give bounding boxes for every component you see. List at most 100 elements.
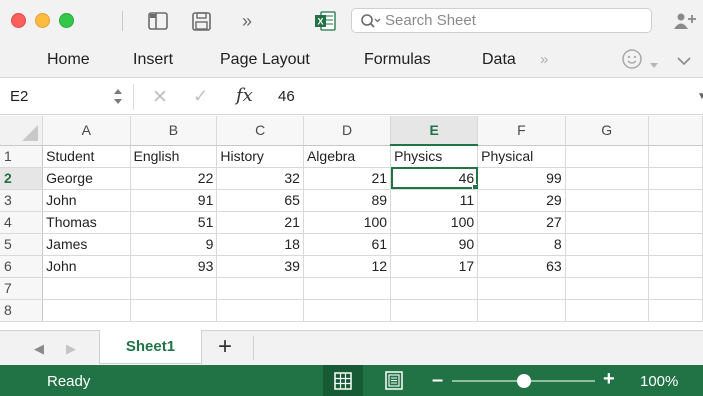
sidebar-icon[interactable] (146, 9, 170, 33)
cell-b8[interactable] (130, 299, 218, 322)
cell-g7[interactable] (565, 277, 649, 300)
cell-b5[interactable]: 9 (130, 233, 218, 256)
cell-a1[interactable]: Student (42, 145, 131, 168)
search-sheet-field[interactable]: Search Sheet (351, 8, 652, 33)
cell-g4[interactable] (565, 211, 649, 234)
normal-view-button[interactable] (323, 365, 363, 396)
cell-d7[interactable] (303, 277, 392, 300)
cell-f4[interactable]: 27 (477, 211, 566, 234)
tab-data[interactable]: Data (482, 51, 516, 69)
cell-a3[interactable]: John (42, 189, 131, 212)
cell-h6[interactable] (648, 255, 703, 278)
tab-insert[interactable]: Insert (133, 51, 173, 69)
cell-e5[interactable]: 90 (390, 233, 479, 256)
row-header-3[interactable]: 3 (0, 189, 44, 212)
cell-h1[interactable] (648, 145, 703, 168)
cell-c7[interactable] (216, 277, 304, 300)
cell-g1[interactable] (565, 145, 649, 168)
cell-a8[interactable] (42, 299, 131, 322)
fill-handle[interactable] (472, 183, 477, 188)
feedback-dropdown-icon[interactable] (650, 56, 658, 74)
cell-c2[interactable]: 32 (216, 167, 304, 190)
insert-function-icon[interactable]: fx (236, 85, 253, 106)
cell-a7[interactable] (42, 277, 131, 300)
maximize-window-button[interactable] (59, 13, 74, 28)
cell-f3[interactable]: 29 (477, 189, 566, 212)
column-header-overflow[interactable] (648, 116, 703, 146)
column-header-d[interactable]: D (303, 116, 392, 146)
minimize-window-button[interactable] (35, 13, 50, 28)
sheet-tab-sheet1[interactable]: Sheet1 (99, 330, 202, 364)
close-window-button[interactable] (11, 13, 26, 28)
select-all-corner[interactable] (0, 116, 44, 146)
zoom-percentage[interactable]: 100% (640, 373, 678, 390)
cell-e8[interactable] (390, 299, 479, 322)
expand-formula-bar-icon[interactable]: ▼ (697, 91, 703, 102)
row-header-1[interactable]: 1 (0, 145, 44, 168)
row-header-8[interactable]: 8 (0, 299, 44, 322)
cell-a6[interactable]: John (42, 255, 131, 278)
collapse-ribbon-chevron-icon[interactable] (677, 53, 691, 71)
cell-c8[interactable] (216, 299, 304, 322)
zoom-out-button[interactable]: – (432, 369, 443, 392)
save-icon[interactable] (189, 9, 213, 33)
cell-g5[interactable] (565, 233, 649, 256)
cell-c6[interactable]: 39 (216, 255, 304, 278)
zoom-slider-thumb[interactable] (516, 374, 531, 388)
cancel-entry-icon[interactable]: ✕ (152, 86, 168, 109)
cell-d3[interactable]: 89 (303, 189, 392, 212)
cell-c4[interactable]: 21 (216, 211, 304, 234)
cell-h2[interactable] (648, 167, 703, 190)
cell-f1[interactable]: Physical (477, 145, 566, 168)
cell-b3[interactable]: 91 (130, 189, 218, 212)
name-box-stepper-icon[interactable] (113, 85, 123, 109)
cell-h3[interactable] (648, 189, 703, 212)
cell-g6[interactable] (565, 255, 649, 278)
more-chevron-icon[interactable]: » (234, 9, 260, 33)
row-header-4[interactable]: 4 (0, 211, 44, 234)
cell-h7[interactable] (648, 277, 703, 300)
cell-h4[interactable] (648, 211, 703, 234)
cell-f2[interactable]: 99 (477, 167, 566, 190)
cell-d6[interactable]: 12 (303, 255, 392, 278)
cell-h5[interactable] (648, 233, 703, 256)
zoom-in-button[interactable]: + (603, 368, 615, 391)
tab-home[interactable]: Home (47, 51, 90, 69)
column-header-a[interactable]: A (42, 116, 131, 146)
column-header-b[interactable]: B (130, 116, 218, 146)
page-layout-view-icon[interactable] (385, 371, 403, 395)
cell-d1[interactable]: Algebra (303, 145, 392, 168)
cell-e1[interactable]: Physics (390, 145, 479, 168)
cell-e6[interactable]: 17 (390, 255, 479, 278)
row-header-2[interactable]: 2 (0, 167, 44, 190)
previous-sheet-icon[interactable]: ◀ (34, 341, 44, 357)
cell-d5[interactable]: 61 (303, 233, 392, 256)
cell-g3[interactable] (565, 189, 649, 212)
more-tabs-chevron-icon[interactable]: » (540, 51, 548, 68)
next-sheet-icon[interactable]: ▶ (66, 341, 76, 357)
cell-a2[interactable]: George (42, 167, 131, 190)
cell-d2[interactable]: 21 (303, 167, 392, 190)
cell-g8[interactable] (565, 299, 649, 322)
cell-c1[interactable]: History (216, 145, 304, 168)
smiley-icon[interactable] (621, 48, 643, 75)
cell-e3[interactable]: 11 (390, 189, 479, 212)
cell-h8[interactable] (648, 299, 703, 322)
cell-f5[interactable]: 8 (477, 233, 566, 256)
column-header-e[interactable]: E (390, 116, 479, 146)
tab-formulas[interactable]: Formulas (364, 51, 431, 69)
cell-c5[interactable]: 18 (216, 233, 304, 256)
column-header-c[interactable]: C (216, 116, 304, 146)
confirm-entry-icon[interactable]: ✓ (193, 86, 208, 107)
add-sheet-button[interactable]: + (218, 333, 232, 361)
cell-f6[interactable]: 63 (477, 255, 566, 278)
name-box[interactable]: E2 (10, 88, 28, 105)
formula-input[interactable]: 46 (278, 88, 295, 105)
worksheet-grid[interactable]: A B C D E F G 1 Student English History … (0, 116, 703, 330)
cell-d4[interactable]: 100 (303, 211, 392, 234)
cell-b4[interactable]: 51 (130, 211, 218, 234)
cell-a4[interactable]: Thomas (42, 211, 131, 234)
row-header-6[interactable]: 6 (0, 255, 44, 278)
share-people-icon[interactable] (672, 9, 698, 33)
row-header-5[interactable]: 5 (0, 233, 44, 256)
